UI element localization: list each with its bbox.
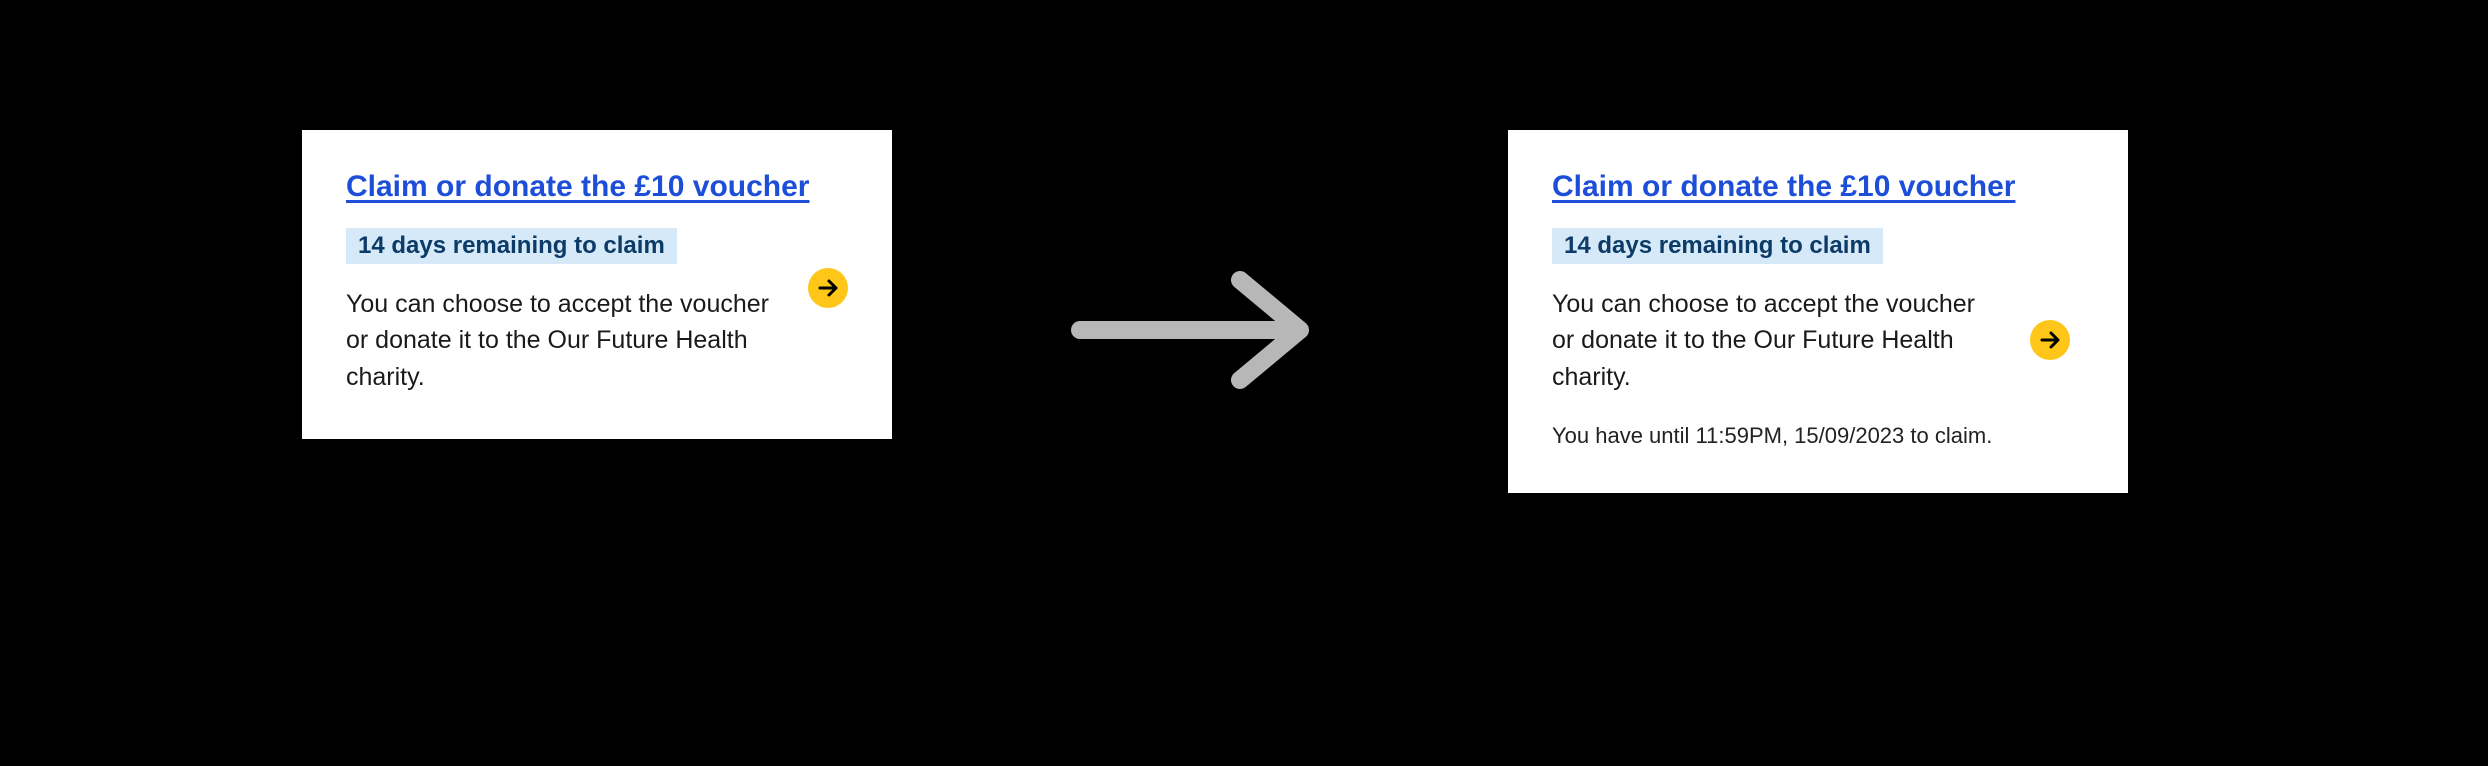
card-body-row: You can choose to accept the voucher or … — [1552, 286, 2084, 395]
card-body-row: You can choose to accept the voucher or … — [346, 286, 848, 395]
claim-deadline-text: You have until 11:59PM, 15/09/2023 to cl… — [1552, 423, 2084, 449]
days-remaining-badge: 14 days remaining to claim — [1552, 228, 1883, 264]
voucher-body-text: You can choose to accept the voucher or … — [1552, 286, 2002, 395]
arrow-right-icon[interactable] — [808, 268, 848, 308]
arrow-right-icon[interactable] — [2030, 320, 2070, 360]
transition-arrow-icon — [1060, 260, 1340, 405]
days-remaining-badge: 14 days remaining to claim — [346, 228, 677, 264]
voucher-title-link[interactable]: Claim or donate the £10 voucher — [346, 170, 809, 204]
voucher-card-before: Claim or donate the £10 voucher 14 days … — [302, 130, 892, 439]
voucher-title-link[interactable]: Claim or donate the £10 voucher — [1552, 170, 2015, 204]
voucher-body-text: You can choose to accept the voucher or … — [346, 286, 780, 395]
voucher-card-after: Claim or donate the £10 voucher 14 days … — [1508, 130, 2128, 493]
